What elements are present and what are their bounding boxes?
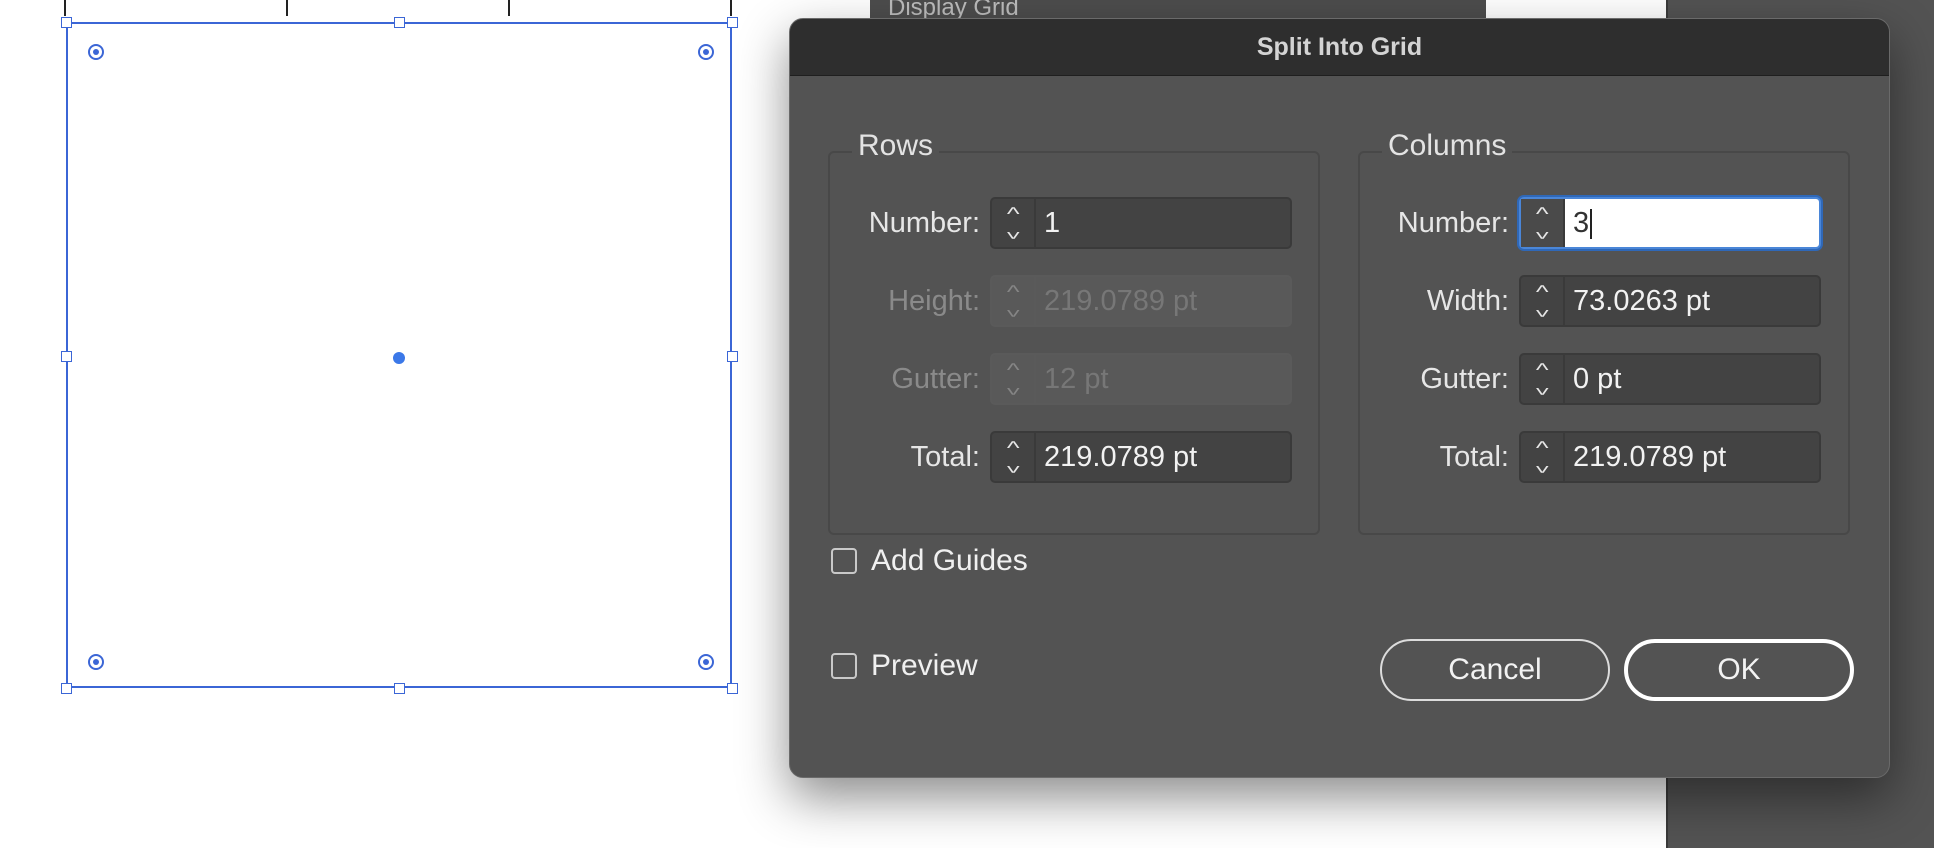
rows-number-field[interactable]: ^ ^ 1 [990, 197, 1292, 249]
columns-gutter-field[interactable]: ^ ^ 0 pt [1519, 353, 1821, 405]
rows-height-label: Height: [888, 285, 980, 317]
rows-height-field: ^ ^ 219.0789 pt [990, 275, 1292, 327]
rows-total-value[interactable]: 219.0789 pt [1044, 433, 1197, 481]
cancel-button[interactable]: Cancel [1380, 639, 1610, 701]
stepper-arrows-icon[interactable]: ^ ^ [1521, 277, 1565, 325]
rows-number-label: Number: [868, 207, 980, 239]
columns-gutter-value[interactable]: 0 pt [1573, 355, 1621, 403]
stepper-arrows-icon: ^ ^ [992, 355, 1036, 403]
columns-width-field[interactable]: ^ ^ 73.0263 pt [1519, 275, 1821, 327]
add-guides-checkbox[interactable] [831, 548, 857, 574]
resize-handle-top-right[interactable] [727, 17, 738, 28]
rows-group-label: Rows [852, 129, 940, 163]
ruler-tick [64, 0, 66, 16]
columns-width-label: Width: [1426, 285, 1509, 317]
rows-total-label: Total: [910, 441, 980, 473]
rows-group: Rows Number: ^ ^ 1 Height: ^ ^ 219.0789 pt… [828, 129, 1320, 535]
cancel-button-label: Cancel [1448, 653, 1542, 686]
split-into-grid-dialog: Split Into Grid Rows Number: ^ ^ 1 Height… [789, 18, 1890, 778]
columns-group: Columns Number: ^ ^ 3 Width: ^ ^ 73.0263 p… [1358, 129, 1850, 535]
stepper-arrows-icon[interactable]: ^ ^ [1521, 199, 1565, 247]
preview-checkbox[interactable] [831, 653, 857, 679]
resize-handle-top-left[interactable] [61, 17, 72, 28]
resize-handle-right[interactable] [727, 351, 738, 362]
columns-total-label: Total: [1439, 441, 1509, 473]
stepper-arrows-icon[interactable]: ^ ^ [992, 199, 1036, 247]
columns-number-value[interactable]: 3 [1573, 207, 1589, 239]
rows-number-value[interactable]: 1 [1044, 199, 1060, 247]
columns-gutter-label: Gutter: [1420, 363, 1509, 395]
add-guides-row[interactable]: Add Guides [831, 544, 1028, 578]
columns-width-value[interactable]: 73.0263 pt [1573, 277, 1710, 325]
corner-widget-icon[interactable] [698, 44, 714, 60]
ruler-tick [730, 0, 732, 16]
rows-total-field[interactable]: ^ ^ 219.0789 pt [990, 431, 1292, 483]
ok-button-label: OK [1717, 653, 1761, 686]
resize-handle-top[interactable] [394, 17, 405, 28]
columns-number-input[interactable]: 3 [1573, 199, 1593, 247]
rows-gutter-label: Gutter: [891, 363, 980, 395]
rows-gutter-field: ^ ^ 12 pt [990, 353, 1292, 405]
ruler-tick [508, 0, 510, 16]
stepper-arrows-icon[interactable]: ^ ^ [992, 433, 1036, 481]
text-caret [1590, 209, 1593, 240]
rows-height-value: 219.0789 pt [1044, 285, 1198, 317]
corner-widget-icon[interactable] [698, 654, 714, 670]
resize-handle-left[interactable] [61, 351, 72, 362]
columns-number-label: Number: [1397, 207, 1509, 239]
corner-widget-icon[interactable] [88, 44, 104, 60]
resize-handle-bottom-left[interactable] [61, 683, 72, 694]
ok-button[interactable]: OK [1624, 639, 1854, 701]
add-guides-label[interactable]: Add Guides [871, 544, 1028, 578]
dialog-titlebar[interactable]: Split Into Grid [790, 19, 1889, 76]
selected-frame[interactable] [66, 22, 732, 688]
ruler-tick [286, 0, 288, 16]
columns-number-field[interactable]: ^ ^ 3 [1519, 197, 1821, 249]
resize-handle-bottom[interactable] [394, 683, 405, 694]
columns-group-label: Columns [1382, 129, 1513, 163]
preview-label[interactable]: Preview [871, 649, 978, 683]
stepper-arrows-icon[interactable]: ^ ^ [1521, 355, 1565, 403]
center-point [393, 352, 405, 364]
stepper-arrows-icon[interactable]: ^ ^ [1521, 433, 1565, 481]
columns-total-value[interactable]: 219.0789 pt [1573, 433, 1726, 481]
columns-total-field[interactable]: ^ ^ 219.0789 pt [1519, 431, 1821, 483]
resize-handle-bottom-right[interactable] [727, 683, 738, 694]
preview-row[interactable]: Preview [831, 649, 978, 683]
stepper-arrows-icon: ^ ^ [992, 277, 1036, 325]
corner-widget-icon[interactable] [88, 654, 104, 670]
rows-gutter-value: 12 pt [1044, 363, 1109, 395]
dialog-title: Split Into Grid [1256, 32, 1423, 61]
